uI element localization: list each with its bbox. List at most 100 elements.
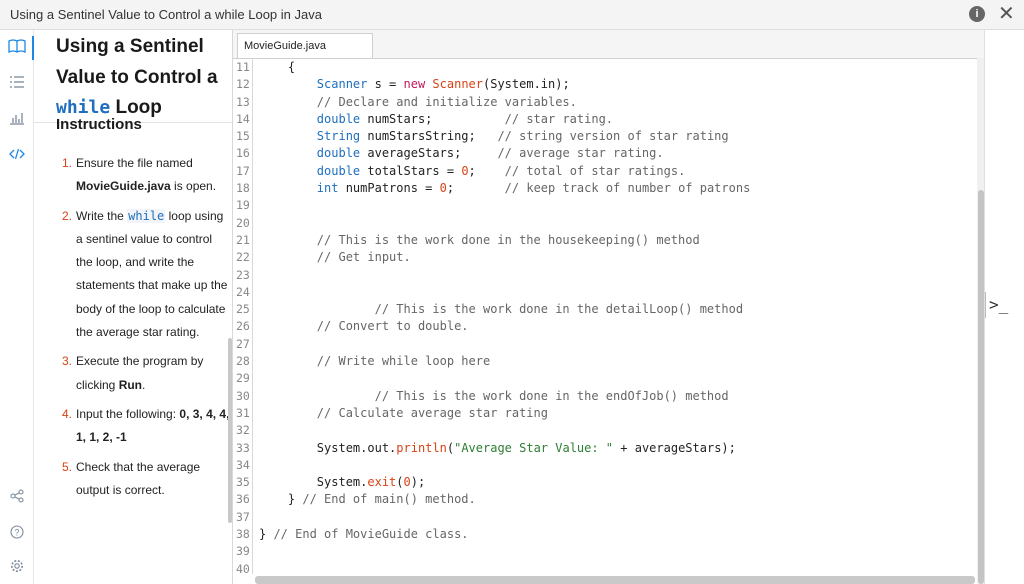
step-text: is open. [170, 179, 217, 194]
code-line [259, 457, 977, 474]
code-line [259, 509, 977, 526]
line-number: 33 [236, 440, 250, 455]
step-number: 5. [62, 459, 73, 474]
code-line [259, 197, 977, 214]
instructions-heading: Instructions [56, 116, 142, 133]
share-icon[interactable] [7, 486, 27, 506]
tab-movieguide[interactable]: MovieGuide.java [237, 33, 373, 58]
settings-icon[interactable] [7, 556, 27, 576]
line-number-gutter: 11 12 13 14 15 16 17 18 19 20 21 22 23 2… [233, 59, 253, 574]
code-line: double averageStars; // average star rat… [316, 146, 664, 161]
line-number: 38 [236, 527, 250, 542]
line-number: 37 [236, 509, 250, 524]
code-line: double numStars; // star rating. [316, 111, 614, 126]
code-line: // Calculate average star rating [259, 405, 548, 420]
line-number: 18 [236, 181, 250, 196]
book-icon[interactable] [7, 36, 27, 56]
line-number: 29 [236, 371, 250, 386]
code-line: // Declare and initialize variables. [259, 94, 577, 109]
line-number: 35 [236, 475, 250, 490]
step-text: Write the [76, 208, 128, 223]
instructions-panel[interactable]: Using a Sentinel Value to Control a whil… [34, 30, 232, 584]
line-number: 15 [236, 129, 250, 144]
title-bar: Using a Sentinel Value to Control a whil… [0, 0, 1024, 30]
code-line [259, 422, 977, 439]
step-number: 1. [62, 156, 73, 170]
line-number: 12 [236, 77, 250, 92]
code-area[interactable]: 11 12 13 14 15 16 17 18 19 20 21 22 23 2… [233, 58, 977, 574]
step-text: loop using a sentinel value to control t… [76, 208, 228, 340]
page-title: Using a Sentinel Value to Control a whil… [56, 32, 226, 124]
step-text: . [142, 377, 146, 392]
line-number: 20 [236, 215, 250, 230]
line-number: 32 [236, 423, 250, 438]
line-number: 40 [236, 561, 250, 574]
close-icon[interactable]: ✕ [998, 3, 1015, 25]
line-number: 11 [236, 60, 250, 74]
line-number: 21 [236, 232, 250, 247]
code-line [259, 284, 977, 301]
code-line [259, 543, 977, 560]
instruction-step: 1. Ensure the file named MovieGuide.java… [62, 152, 232, 199]
code-line: { [259, 60, 296, 74]
code-line: // Convert to double. [259, 319, 469, 334]
code-line: } // End of MovieGuide class. [259, 527, 469, 542]
line-number: 34 [236, 457, 250, 472]
help-icon[interactable]: ? [7, 522, 27, 542]
code-line: // This is the work done in the housekee… [259, 232, 700, 247]
step-bold: Run [118, 377, 143, 392]
code-lines[interactable]: { Scanner s = new Scanner(System.in); //… [259, 59, 977, 574]
instruction-step: 3. Execute the program by clicking Run. [62, 350, 232, 397]
line-number: 13 [236, 94, 250, 109]
instruction-step: 5. Check that the average output is corr… [62, 456, 232, 503]
line-number: 23 [236, 267, 250, 282]
left-icon-rail: ? [0, 30, 34, 584]
code-icon[interactable] [7, 144, 27, 164]
right-rail: >_ [984, 30, 1024, 584]
editor-horizontal-scrollbar[interactable] [255, 576, 975, 584]
step-text: Ensure the file named [76, 156, 193, 170]
step-number: 2. [62, 208, 73, 223]
instruction-list: 1. Ensure the file named MovieGuide.java… [62, 152, 232, 508]
step-number: 3. [62, 354, 73, 369]
step-code: while [127, 208, 166, 223]
line-number: 25 [236, 302, 250, 317]
instruction-step: 4. Input the following: 0, 3, 4, 4, 1, 1… [62, 403, 232, 450]
svg-text:?: ? [14, 528, 19, 538]
code-line: String numStarsString; // string version… [316, 129, 729, 144]
code-line [259, 267, 977, 284]
code-line [259, 561, 977, 574]
code-line: // This is the work done in the endOfJob… [259, 388, 729, 403]
step-number: 4. [62, 406, 73, 421]
code-line: // Write while loop here [259, 354, 491, 369]
line-number: 39 [236, 544, 250, 559]
chart-icon[interactable] [7, 108, 27, 128]
tab-bar: MovieGuide.java [233, 30, 985, 58]
terminal-icon[interactable]: >_ [989, 295, 1008, 314]
step-bold: MovieGuide.java [76, 179, 171, 194]
line-number: 17 [236, 163, 250, 178]
step-text: Check that the average output is correct… [76, 459, 201, 497]
info-icon[interactable]: i [969, 6, 985, 22]
code-line: Scanner s = new Scanner(System.in); [316, 77, 570, 92]
window-title: Using a Sentinel Value to Control a whil… [10, 7, 322, 22]
step-text: Input the following: [76, 406, 180, 421]
code-line [259, 336, 977, 353]
title-code: while [56, 97, 111, 118]
code-line: double totalStars = 0; // total of star … [316, 163, 686, 178]
instruction-step: 2. Write the while loop using a sentinel… [62, 205, 232, 345]
code-line: // Get input. [259, 250, 411, 265]
code-line [259, 215, 977, 232]
code-line [259, 370, 977, 387]
code-editor[interactable]: MovieGuide.java 11 12 13 14 15 16 17 18 … [232, 30, 985, 584]
title-text-end: Loop [115, 97, 162, 118]
line-number: 16 [236, 146, 250, 161]
code-line: System.exit(0); [316, 475, 426, 490]
line-number: 31 [236, 405, 250, 420]
list-icon[interactable] [7, 72, 27, 92]
divider [985, 292, 986, 318]
line-number: 28 [236, 354, 250, 369]
code-line: System.out.println("Average Star Value: … [316, 440, 736, 455]
line-number: 22 [236, 250, 250, 265]
code-line: } // End of main() method. [259, 492, 476, 507]
